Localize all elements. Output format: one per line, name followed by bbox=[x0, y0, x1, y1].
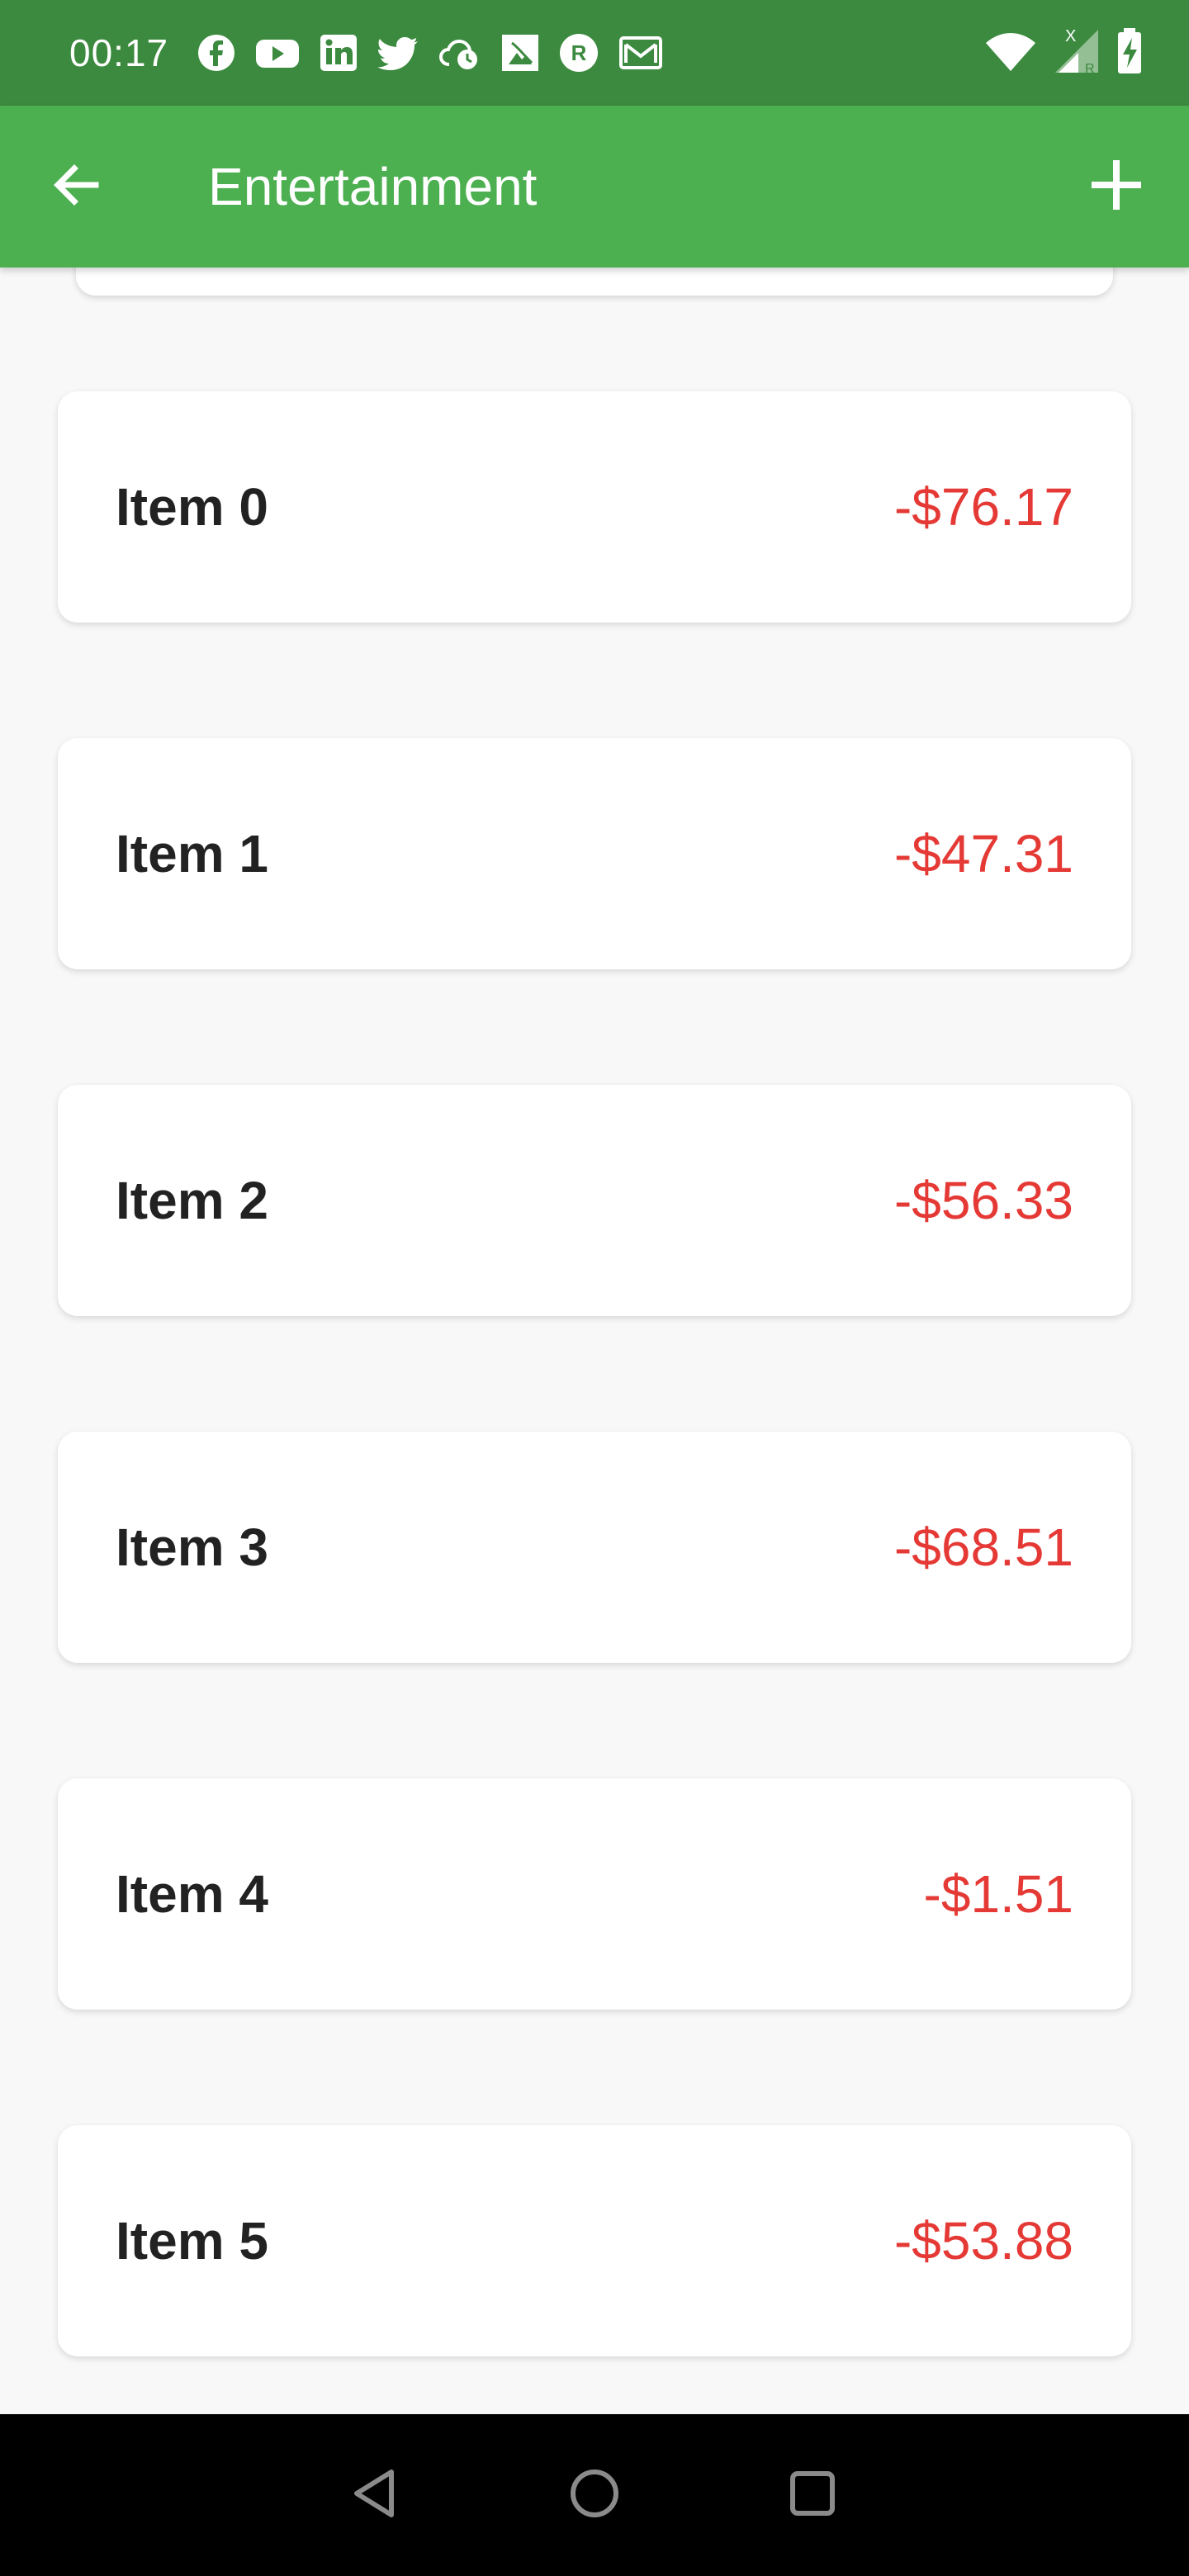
item-amount: -$68.51 bbox=[893, 1518, 1073, 1577]
system-status-icons: XR bbox=[984, 27, 1143, 78]
cell-signal-icon: XR bbox=[1054, 27, 1100, 78]
item-amount: -$56.33 bbox=[893, 1171, 1073, 1230]
item-name: Item 5 bbox=[116, 2211, 268, 2271]
item-amount: -$1.51 bbox=[923, 1864, 1073, 1924]
back-button[interactable] bbox=[36, 147, 116, 226]
svg-text:X: X bbox=[1065, 28, 1076, 45]
partial-list-card[interactable] bbox=[76, 268, 1113, 296]
item-list: Item 0 -$76.17 Item 1 -$47.31 Item 2 -$5… bbox=[58, 391, 1131, 2414]
list-item[interactable]: Item 5 -$53.88 bbox=[58, 2125, 1131, 2356]
mail-icon bbox=[618, 33, 664, 73]
battery-charging-icon bbox=[1116, 27, 1143, 78]
svg-text:R: R bbox=[571, 40, 587, 65]
wifi-icon bbox=[984, 30, 1037, 77]
nav-recents-button[interactable] bbox=[767, 2450, 858, 2540]
item-amount: -$76.17 bbox=[893, 477, 1073, 537]
status-time: 00:17 bbox=[69, 31, 169, 74]
plus-icon bbox=[1090, 159, 1143, 215]
item-name: Item 0 bbox=[116, 477, 268, 537]
list-item[interactable]: Item 3 -$68.51 bbox=[58, 1432, 1131, 1663]
list-item[interactable]: Item 4 -$1.51 bbox=[58, 1778, 1131, 2010]
recents-square-icon bbox=[786, 2467, 839, 2524]
r-icon: R bbox=[558, 32, 599, 73]
facebook-icon bbox=[197, 33, 236, 73]
home-circle-icon bbox=[568, 2467, 621, 2524]
linkedin-icon bbox=[319, 33, 358, 73]
item-name: Item 2 bbox=[116, 1171, 268, 1230]
photo-icon bbox=[500, 33, 540, 73]
arrow-back-icon bbox=[50, 159, 102, 215]
item-amount: -$53.88 bbox=[893, 2211, 1073, 2271]
twitter-icon bbox=[377, 33, 419, 73]
svg-text:R: R bbox=[1085, 62, 1095, 74]
app-bar: Entertainment bbox=[0, 106, 1189, 268]
status-bar: 00:17 R X R bbox=[0, 0, 1189, 106]
item-list-area[interactable]: Item 0 -$76.17 Item 1 -$47.31 Item 2 -$5… bbox=[0, 268, 1189, 2414]
youtube-icon bbox=[254, 33, 301, 73]
add-button[interactable] bbox=[1077, 147, 1156, 226]
nav-home-button[interactable] bbox=[549, 2450, 640, 2540]
item-name: Item 3 bbox=[116, 1518, 268, 1577]
item-name: Item 1 bbox=[116, 824, 268, 883]
list-item[interactable]: Item 0 -$76.17 bbox=[58, 391, 1131, 623]
notification-icons: R bbox=[197, 30, 664, 76]
item-amount: -$47.31 bbox=[893, 824, 1073, 883]
list-item[interactable]: Item 1 -$47.31 bbox=[58, 738, 1131, 969]
cloud-clock-icon bbox=[438, 33, 482, 73]
back-triangle-icon bbox=[350, 2467, 403, 2524]
page-title: Entertainment bbox=[208, 157, 538, 216]
system-nav-bar bbox=[0, 2414, 1189, 2576]
nav-back-button[interactable] bbox=[331, 2450, 422, 2540]
item-name: Item 4 bbox=[116, 1864, 268, 1924]
list-item[interactable]: Item 2 -$56.33 bbox=[58, 1085, 1131, 1316]
